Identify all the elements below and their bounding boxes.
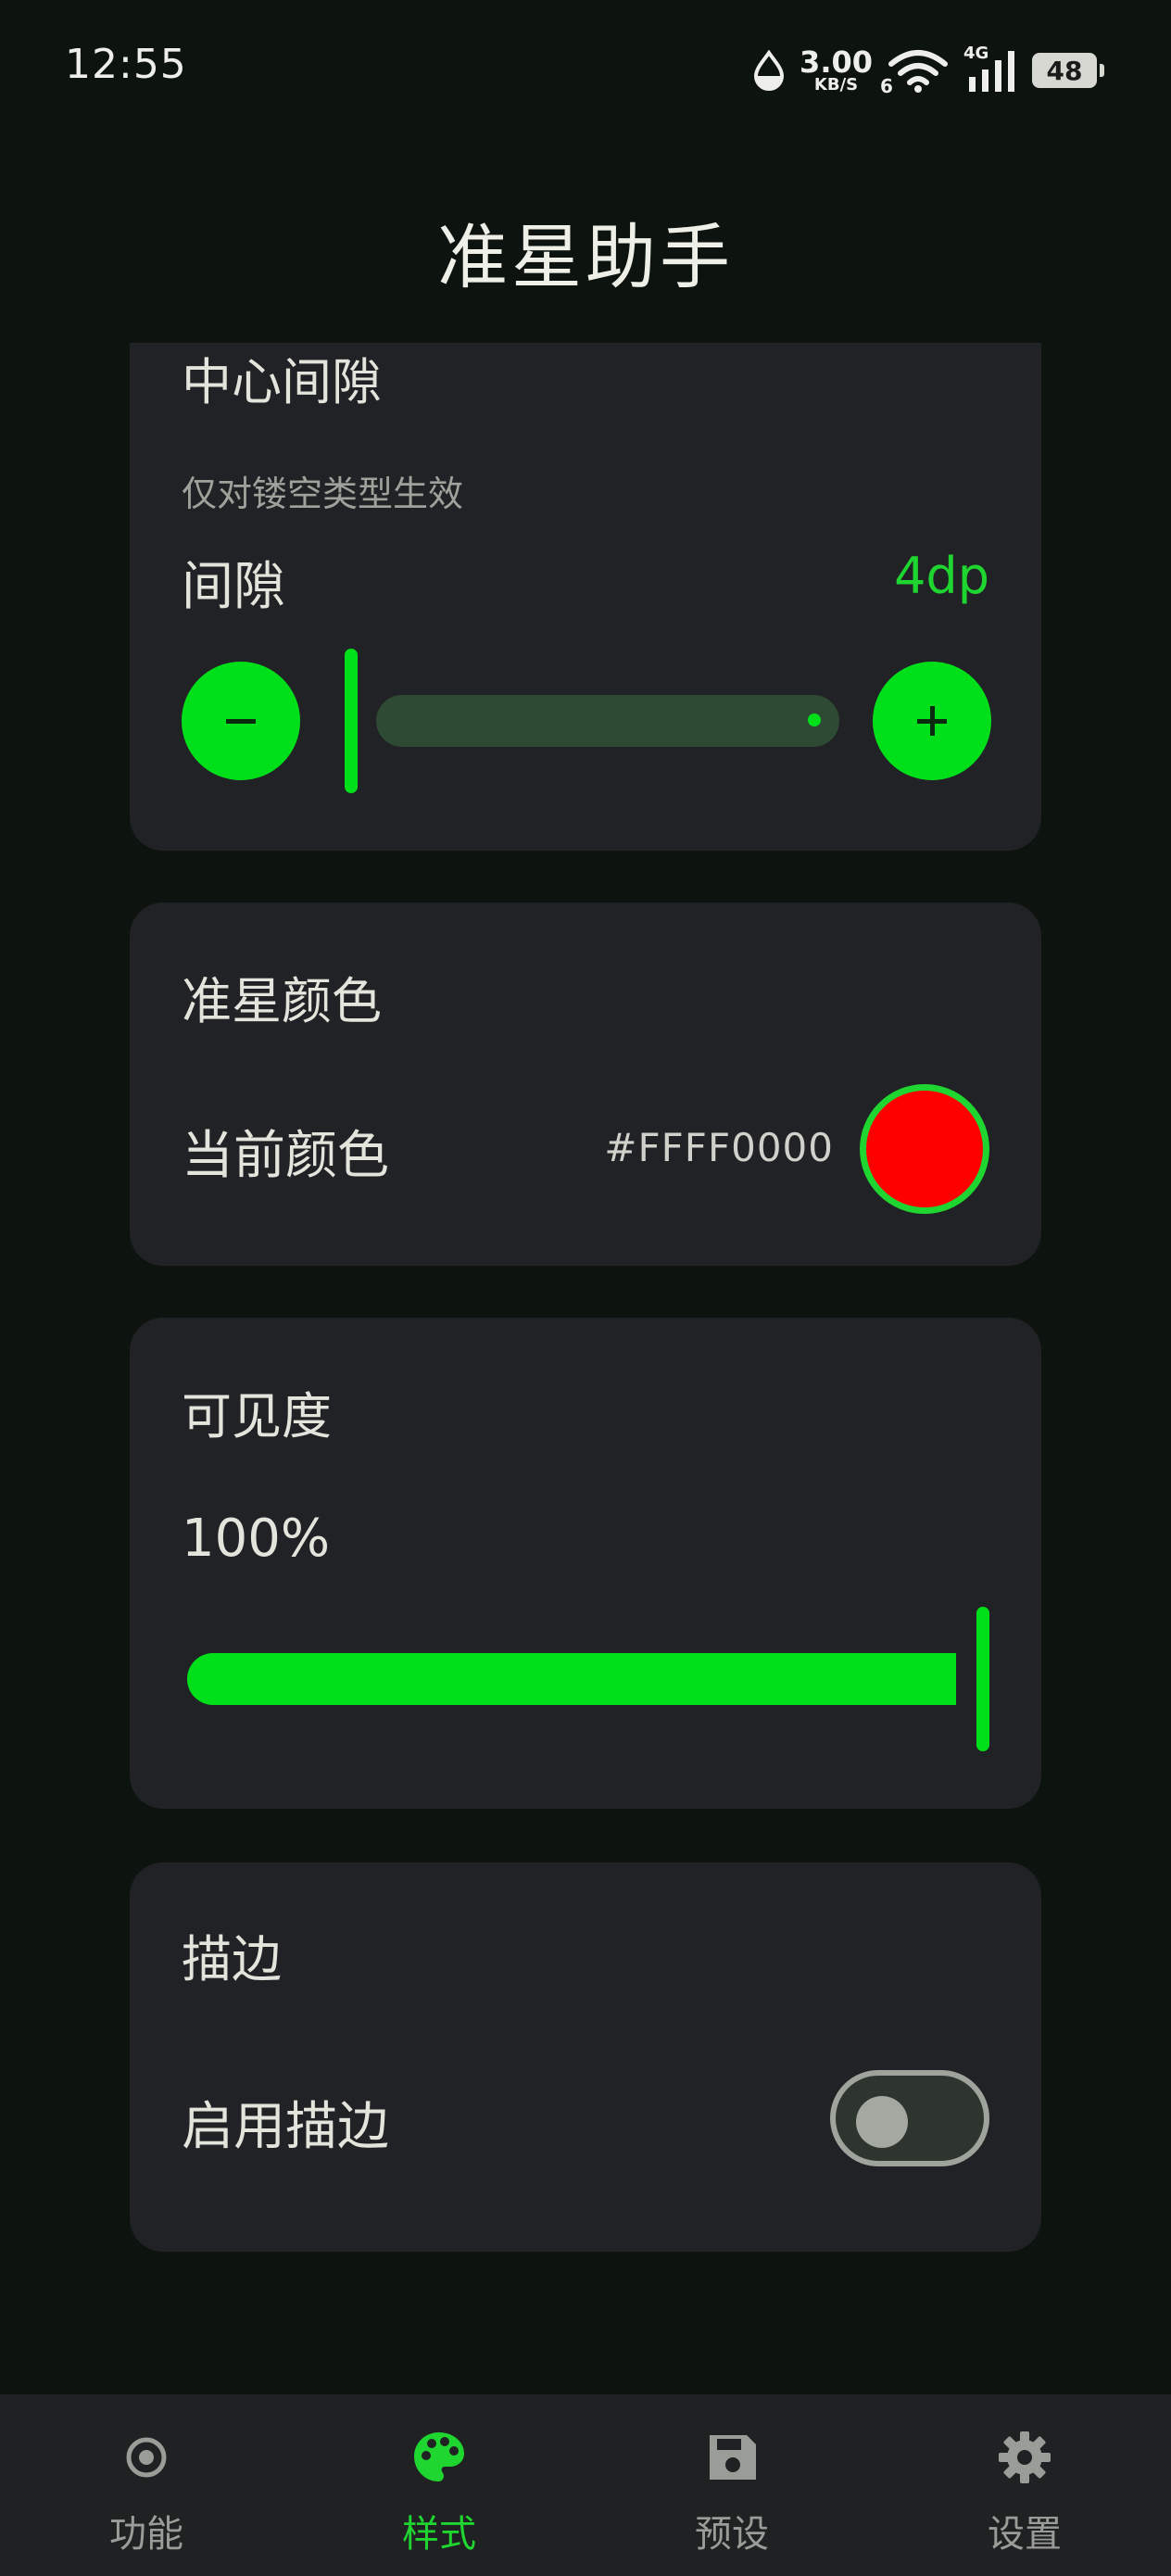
status-time: 12:55 <box>65 41 187 88</box>
save-icon <box>710 2435 756 2480</box>
minus-icon <box>226 719 256 724</box>
nav-label-settings: 设置 <box>988 2513 1062 2556</box>
drop-icon <box>754 50 785 91</box>
visibility-value: 100% <box>182 1509 331 1569</box>
gap-slider-track <box>376 695 839 747</box>
enable-outline-toggle[interactable] <box>830 2070 989 2166</box>
nav-label-presets: 预设 <box>695 2513 769 2556</box>
palette-icon <box>414 2432 464 2481</box>
enable-outline-label: 启用描边 <box>182 2097 389 2157</box>
wifi-indicator: 6 <box>880 47 951 97</box>
status-icons: 3.00 KB/S 6 4G 48 <box>751 37 1104 104</box>
bottom-nav: 功能 样式 预设 设置 <box>0 2394 1171 2576</box>
net-speed-value: 3.00 <box>800 44 873 80</box>
plus-icon <box>917 706 947 736</box>
battery-level: 48 <box>1046 55 1083 86</box>
outline-title: 描边 <box>182 1930 282 1989</box>
gap-slider[interactable] <box>345 649 839 797</box>
nav-item-style[interactable]: 样式 <box>293 2394 586 2576</box>
center-gap-hint: 仅对镂空类型生效 <box>182 474 464 514</box>
gap-slider-handle[interactable] <box>345 649 358 793</box>
visibility-slider-handle[interactable] <box>976 1607 989 1751</box>
app-screen: 12:55 3.00 KB/S 6 4G 48 准星助手 中心间隙 仅对镂空类型… <box>0 0 1171 2576</box>
increase-gap-button[interactable] <box>873 662 991 780</box>
gap-slider-end-dot <box>808 713 821 726</box>
page-title: 准星助手 <box>437 216 734 298</box>
visibility-slider[interactable] <box>187 1607 995 1755</box>
decrease-gap-button[interactable] <box>182 662 300 780</box>
wifi-icon <box>888 50 948 93</box>
battery-icon: 48 <box>1032 53 1104 88</box>
gear-icon <box>999 2431 1051 2483</box>
visibility-card: 可见度 100% <box>130 1318 1041 1809</box>
visibility-title: 可见度 <box>182 1387 332 1446</box>
outline-card: 描边 启用描边 <box>130 1863 1041 2252</box>
gap-value: 4dp <box>894 547 989 605</box>
color-swatch-button[interactable] <box>860 1084 989 1214</box>
color-card-title: 准星颜色 <box>182 972 382 1030</box>
net-speed: 3.00 KB/S <box>800 47 873 94</box>
nav-label-features: 功能 <box>109 2513 183 2556</box>
nav-item-presets[interactable]: 预设 <box>586 2394 878 2576</box>
nav-label-style: 样式 <box>402 2513 476 2556</box>
nav-item-settings[interactable]: 设置 <box>878 2394 1171 2576</box>
current-color-label: 当前颜色 <box>182 1126 389 1186</box>
toggle-knob <box>856 2096 908 2148</box>
cellular-signal-icon <box>969 51 1014 92</box>
color-hex: #FFFF0000 <box>604 1125 834 1170</box>
net-speed-unit: KB/S <box>813 75 859 95</box>
target-icon <box>126 2437 167 2478</box>
color-card: 准星颜色 当前颜色 #FFFF0000 <box>130 903 1041 1266</box>
gap-label: 间隙 <box>182 557 285 617</box>
wifi-badge: 6 <box>880 75 893 97</box>
cellular-indicator: 4G <box>963 44 1019 94</box>
visibility-slider-fill <box>187 1653 956 1705</box>
center-gap-title: 中心间隙 <box>182 353 382 411</box>
nav-item-features[interactable]: 功能 <box>0 2394 293 2576</box>
center-gap-card: 中心间隙 仅对镂空类型生效 间隙 4dp <box>130 343 1041 851</box>
